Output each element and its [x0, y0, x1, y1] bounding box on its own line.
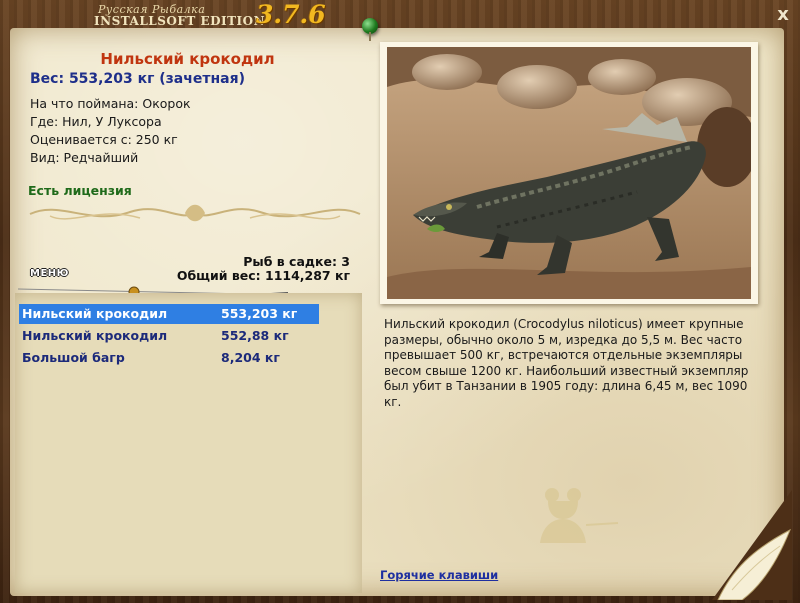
menu-button[interactable]: МЕНЮ: [30, 268, 69, 279]
fish-photo-frame: [380, 42, 758, 304]
fish-weight: Вес: 553,203 кг (зачетная): [30, 71, 245, 87]
page-curl: [712, 490, 792, 600]
catch-row-name: Нильский крокодил: [22, 328, 168, 343]
catch-row-name: Нильский крокодил: [22, 306, 168, 321]
hotkeys-link[interactable]: Горячие клавиши: [380, 568, 498, 582]
close-icon: x: [777, 4, 789, 25]
ornament-divider: [29, 204, 361, 222]
total-weight: Общий вес: 1114,287 кг: [176, 268, 350, 283]
catch-row[interactable]: Большой багр 8,204 кг: [19, 348, 319, 368]
fish-name: Нильский крокодил: [100, 50, 275, 68]
catch-row-name: Большой багр: [22, 350, 125, 365]
catch-row[interactable]: Нильский крокодил 553,203 кг: [19, 304, 319, 324]
location-text: Где: Нил, У Луксора: [30, 114, 162, 129]
catch-row-weight: 8,204 кг: [221, 350, 280, 365]
app-title: Русская Рыбалка INSTALLSOFT EDITION 3.7.…: [92, 0, 332, 30]
catch-row-weight: 552,88 кг: [221, 328, 289, 343]
caught-on-text: На что поймана: Окорок: [30, 96, 191, 111]
close-button[interactable]: x: [772, 4, 794, 26]
catch-row-weight: 553,203 кг: [221, 306, 298, 321]
catch-row[interactable]: Нильский крокодил 552,88 кг: [19, 326, 319, 346]
crocodile-photo: [387, 47, 751, 299]
pin-needle: [369, 32, 371, 41]
rated-from-text: Оценивается с: 250 кг: [30, 132, 178, 147]
keepnet-count: Рыб в садке: 3: [243, 254, 350, 269]
fish-description: Нильский крокодил (Crocodylus niloticus)…: [384, 317, 749, 409]
kind-text: Вид: Редчайший: [30, 150, 139, 165]
title-version: 3.7.6: [256, 0, 326, 29]
catch-list-panel: Нильский крокодил 553,203 кг Нильский кр…: [15, 293, 362, 593]
fisherman-watermark-icon: [540, 488, 619, 543]
title-edition: INSTALLSOFT EDITION: [94, 14, 266, 28]
